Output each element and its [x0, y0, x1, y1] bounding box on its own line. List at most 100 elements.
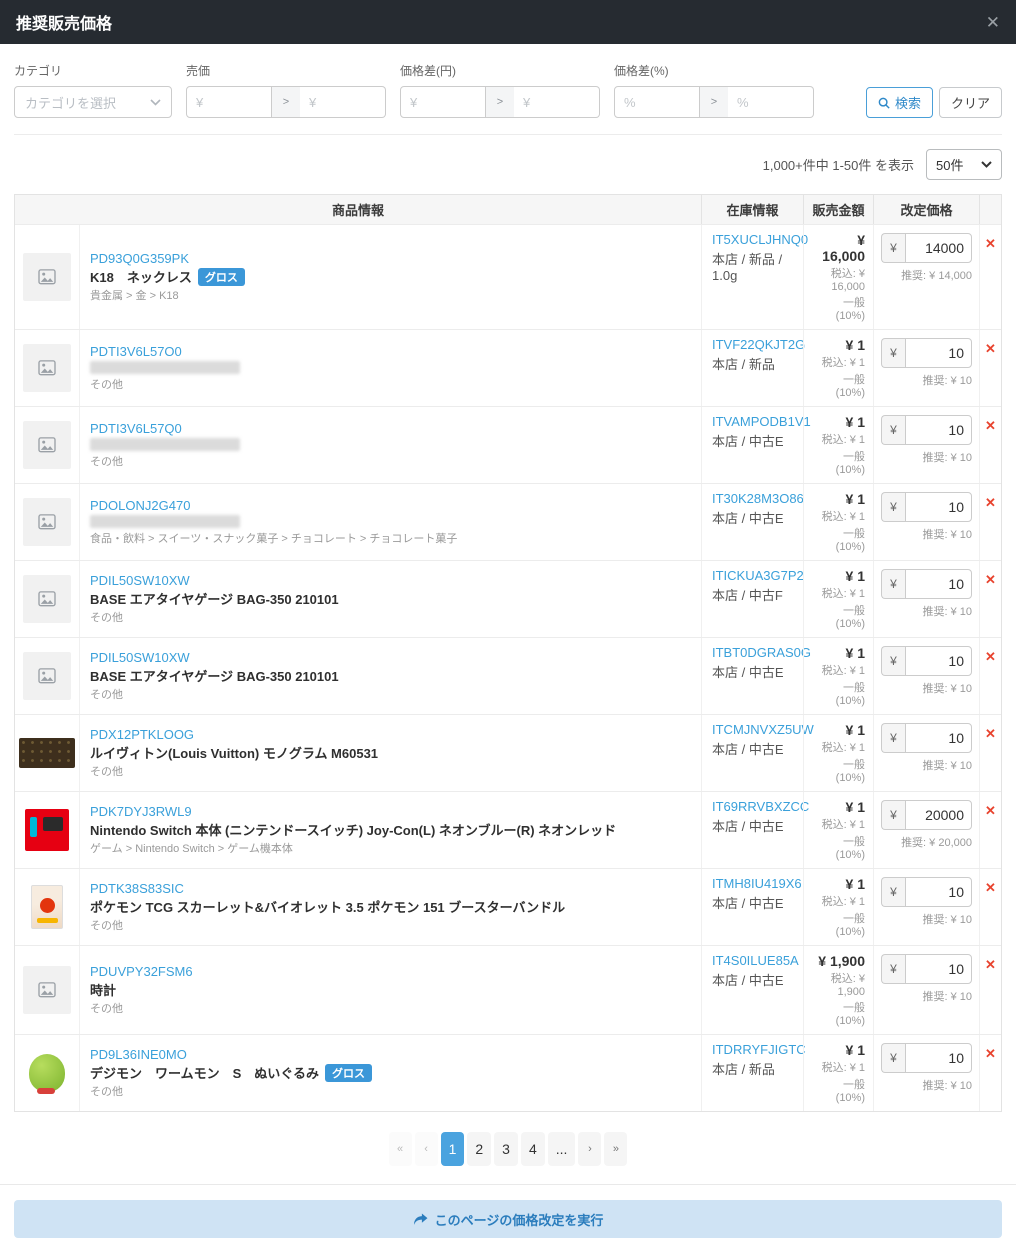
- revised-price-input[interactable]: [905, 954, 972, 984]
- page-button-«[interactable]: «: [389, 1132, 412, 1166]
- diff-yen-max-input[interactable]: [514, 86, 600, 118]
- sale-amount: ¥ 1: [812, 722, 865, 738]
- stock-code-link[interactable]: ITVF22QKJT2G: [712, 337, 793, 352]
- revised-price-input[interactable]: [905, 338, 972, 368]
- page-button-4[interactable]: 4: [521, 1132, 545, 1166]
- clear-button[interactable]: クリア: [939, 87, 1002, 118]
- stock-code-link[interactable]: ITDRRYFJIGTC: [712, 1042, 793, 1057]
- product-code-link[interactable]: PDTI3V6L57Q0: [90, 421, 691, 436]
- delete-row-button[interactable]: ✕: [985, 237, 996, 250]
- diff-pct-max-input[interactable]: [728, 86, 814, 118]
- revised-price-input[interactable]: [905, 723, 972, 753]
- search-button[interactable]: 検索: [866, 87, 933, 118]
- product-code-link[interactable]: PDIL50SW10XW: [90, 573, 691, 588]
- diff-pct-min-input[interactable]: [614, 86, 700, 118]
- revised-price-group: ¥: [881, 338, 972, 368]
- price-max-input[interactable]: [300, 86, 386, 118]
- delete-cell: ✕: [979, 561, 1001, 637]
- modal-footer: このページの価格改定を実行: [0, 1184, 1016, 1254]
- tax-included-amount: 税込: ¥ 1: [812, 585, 865, 601]
- diff-yen-min-input[interactable]: [400, 86, 486, 118]
- table-header: 商品情報 在庫情報 販売金額 改定価格: [15, 195, 1001, 224]
- stock-code-link[interactable]: IT69RRVBXZCC: [712, 799, 793, 814]
- product-code-link[interactable]: PDOLONJ2G470: [90, 498, 691, 513]
- sale-amount-cell: ¥ 1 税込: ¥ 1 一般 (10%): [803, 484, 873, 560]
- stock-code-link[interactable]: ITICKUA3G7P2: [712, 568, 793, 583]
- share-arrow-icon: [413, 1213, 428, 1226]
- page-button-‹[interactable]: ‹: [415, 1132, 438, 1166]
- stock-detail: 本店 / 中古E: [712, 970, 793, 989]
- delete-row-button[interactable]: ✕: [985, 342, 996, 355]
- revised-price-input[interactable]: [905, 800, 972, 830]
- stock-code-link[interactable]: IT30K28M3O86: [712, 491, 793, 506]
- price-label: 売価: [186, 62, 386, 79]
- product-name: 時計: [90, 980, 116, 999]
- stock-code-link[interactable]: ITVAMPODB1V1: [712, 414, 793, 429]
- revised-price-group: ¥: [881, 492, 972, 522]
- filter-diff-yen: 価格差(円) >: [400, 62, 600, 118]
- page-button-3[interactable]: 3: [494, 1132, 518, 1166]
- close-button[interactable]: ✕: [986, 14, 1000, 31]
- revised-price-input[interactable]: [905, 646, 972, 676]
- revised-price-input[interactable]: [905, 877, 972, 907]
- table-row: PDX12PTKLOOG ルイヴィトン(Louis Vuitton) モノグラム…: [15, 714, 1001, 791]
- revised-price-input[interactable]: [905, 569, 972, 599]
- page-button-›[interactable]: ›: [578, 1132, 601, 1166]
- product-code-link[interactable]: PDUVPY32FSM6: [90, 964, 691, 979]
- diff-yen-range: >: [400, 86, 600, 118]
- page-button-2[interactable]: 2: [467, 1132, 491, 1166]
- tax-type: 一般 (10%): [812, 448, 865, 476]
- sale-amount: ¥ 1: [812, 876, 865, 892]
- results-bar: 1,000+件中 1-50件 を表示 50件: [14, 149, 1002, 180]
- delete-row-button[interactable]: ✕: [985, 881, 996, 894]
- stock-code-link[interactable]: ITBT0DGRAS0G: [712, 645, 793, 660]
- stock-code-link[interactable]: IT4S0ILUE85A: [712, 953, 793, 968]
- redacted-name: [90, 515, 240, 528]
- product-name: ポケモン TCG スカーレット&バイオレット 3.5 ポケモン 151 ブースタ…: [90, 897, 565, 916]
- stock-code-link[interactable]: ITMH8IU419X6: [712, 876, 793, 891]
- diff-pct-range-separator: >: [700, 86, 728, 118]
- page-button-»[interactable]: »: [604, 1132, 627, 1166]
- thumbnail-cell: [15, 330, 79, 406]
- sale-amount-cell: ¥ 1 税込: ¥ 1 一般 (10%): [803, 715, 873, 791]
- revised-price-input[interactable]: [905, 415, 972, 445]
- delete-row-button[interactable]: ✕: [985, 496, 996, 509]
- product-code-link[interactable]: PDX12PTKLOOG: [90, 727, 691, 742]
- revised-price-input[interactable]: [905, 1043, 972, 1073]
- delete-row-button[interactable]: ✕: [985, 650, 996, 663]
- category-breadcrumb: その他: [90, 609, 691, 625]
- header-delete: [979, 195, 1001, 224]
- category-breadcrumb: 食品・飲料 > スイーツ・スナック菓子 > チョコレート > チョコレート菓子: [90, 530, 691, 546]
- product-thumbnail: [25, 809, 69, 851]
- product-name-line: K18 ネックレス グロス: [90, 267, 691, 286]
- price-min-input[interactable]: [186, 86, 272, 118]
- execute-price-revision-button[interactable]: このページの価格改定を実行: [14, 1200, 1002, 1238]
- product-code-link[interactable]: PDTK38S83SIC: [90, 881, 691, 896]
- page-button-1[interactable]: 1: [441, 1132, 465, 1166]
- delete-row-button[interactable]: ✕: [985, 419, 996, 432]
- page-button-...[interactable]: ...: [548, 1132, 576, 1166]
- delete-row-button[interactable]: ✕: [985, 958, 996, 971]
- revised-price-cell: ¥ 推奨: ¥ 10: [873, 946, 979, 1034]
- category-breadcrumb: その他: [90, 917, 691, 933]
- revised-price-input[interactable]: [905, 233, 972, 263]
- page-size-select[interactable]: 50件: [926, 149, 1002, 180]
- stock-code-link[interactable]: ITCMJNVXZ5UW: [712, 722, 793, 737]
- delete-cell: ✕: [979, 1035, 1001, 1111]
- revised-price-input[interactable]: [905, 492, 972, 522]
- recommended-price: 推奨: ¥ 10: [881, 603, 972, 619]
- product-code-link[interactable]: PDK7DYJ3RWL9: [90, 804, 691, 819]
- delete-row-button[interactable]: ✕: [985, 804, 996, 817]
- delete-row-button[interactable]: ✕: [985, 1047, 996, 1060]
- delete-row-button[interactable]: ✕: [985, 727, 996, 740]
- delete-row-button[interactable]: ✕: [985, 573, 996, 586]
- product-code-link[interactable]: PDTI3V6L57O0: [90, 344, 691, 359]
- category-select[interactable]: カテゴリを選択: [14, 86, 172, 118]
- stock-code-link[interactable]: IT5XUCLJHNQ0: [712, 232, 793, 247]
- product-code-link[interactable]: PD93Q0G359PK: [90, 251, 691, 266]
- product-code-link[interactable]: PD9L36INE0MO: [90, 1047, 691, 1062]
- delete-cell: ✕: [979, 330, 1001, 406]
- stock-detail: 本店 / 中古E: [712, 816, 793, 835]
- tax-type: 一般 (10%): [812, 602, 865, 630]
- product-code-link[interactable]: PDIL50SW10XW: [90, 650, 691, 665]
